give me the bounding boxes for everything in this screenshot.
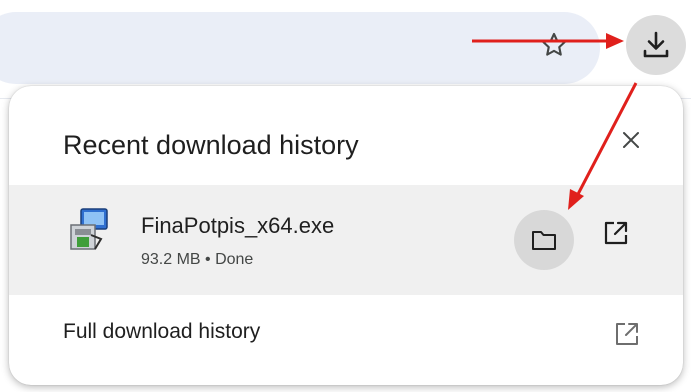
show-in-folder-button[interactable] (514, 210, 574, 270)
screen: Recent download history FinaPotpis_x64.e… (0, 0, 691, 392)
bubble-title: Recent download history (63, 130, 359, 160)
download-file-name[interactable]: FinaPotpis_x64.exe (141, 213, 334, 239)
download-item-row[interactable]: FinaPotpis_x64.exe 93.2 MB • Done (9, 185, 683, 295)
download-button[interactable] (626, 15, 686, 75)
folder-icon (532, 231, 556, 250)
star-outline-icon[interactable] (539, 30, 569, 60)
full-download-history-link[interactable]: Full download history (63, 320, 260, 344)
close-icon[interactable] (619, 128, 643, 152)
download-status: 93.2 MB • Done (141, 251, 254, 268)
download-bubble: Recent download history FinaPotpis_x64.e… (9, 86, 683, 385)
browser-toolbar (0, 0, 691, 99)
open-external-icon[interactable] (603, 220, 629, 246)
address-bar[interactable] (0, 12, 600, 84)
open-external-icon[interactable] (614, 321, 640, 347)
download-icon (643, 31, 669, 58)
installer-icon (70, 208, 108, 250)
